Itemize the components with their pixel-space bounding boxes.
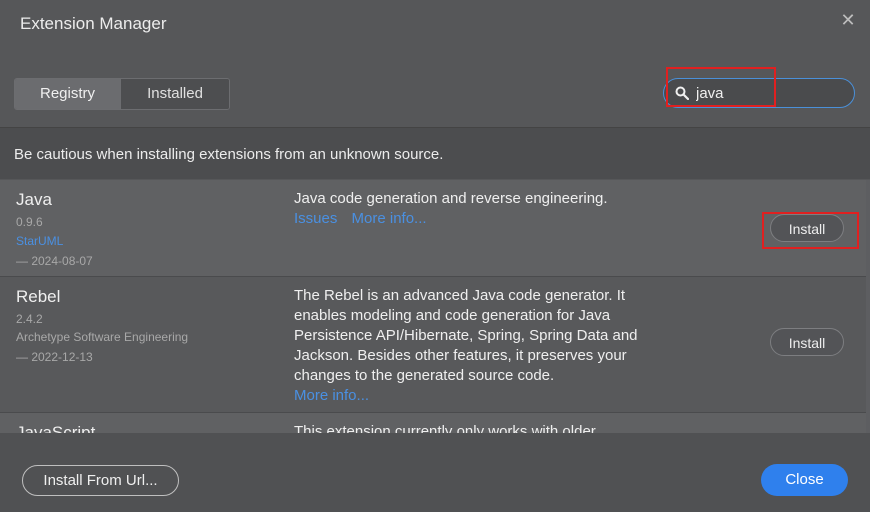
warning-banner: Be cautious when installing extensions f… <box>0 127 870 179</box>
list-item: JavaScript This extension currently only… <box>0 413 866 433</box>
extension-description: This extension currently only works with… <box>294 422 654 433</box>
extension-date: — 2022-12-13 <box>16 350 93 364</box>
extension-name: JavaScript <box>16 423 96 433</box>
install-button[interactable]: Install <box>770 328 844 356</box>
extension-list: Java 0.9.6 StarUML — 2024-08-07 Java cod… <box>0 180 866 433</box>
description-line: enables modeling and code generation for… <box>294 307 611 324</box>
extension-manager-dialog: Extension Manager ✕ Registry Installed B… <box>0 0 870 512</box>
description-text: This extension currently only works with… <box>294 423 596 433</box>
description-line: changes to the generated source code. <box>294 367 555 384</box>
warning-text: Be cautious when installing extensions f… <box>14 146 444 163</box>
link-group: Issues More info... <box>294 209 654 229</box>
more-info-link[interactable]: More info... <box>352 210 427 227</box>
tab-registry[interactable]: Registry <box>15 79 120 109</box>
extension-author-link[interactable]: StarUML <box>16 234 63 248</box>
extension-date: — 2024-08-07 <box>16 254 93 268</box>
extension-name: Java <box>16 190 52 209</box>
list-scrollbar[interactable] <box>866 180 870 433</box>
extension-name: Rebel <box>16 287 61 306</box>
extension-description: Java code generation and reverse enginee… <box>294 189 654 229</box>
issues-link[interactable]: Issues <box>294 210 337 227</box>
extension-version: 0.9.6 <box>16 215 43 229</box>
link-group: More info... <box>294 386 654 406</box>
search-input[interactable] <box>696 83 846 103</box>
description-line: The Rebel is an advanced Java code gener… <box>294 287 626 304</box>
description-line: Persistence API/Hibernate, Spring, Sprin… <box>294 327 638 344</box>
extension-author: Archetype Software Engineering <box>16 330 189 344</box>
install-from-url-button[interactable]: Install From Url... <box>22 465 179 496</box>
description-line: Jackson. Besides other features, it pres… <box>294 347 627 364</box>
list-item: Rebel 2.4.2 Archetype Software Engineeri… <box>0 277 866 413</box>
search-icon <box>675 86 689 100</box>
extension-version: 2.4.2 <box>16 312 43 326</box>
description-text: Java code generation and reverse enginee… <box>294 190 608 207</box>
dialog-title: Extension Manager <box>20 14 167 33</box>
list-item: Java 0.9.6 StarUML — 2024-08-07 Java cod… <box>0 180 866 277</box>
install-button[interactable]: Install <box>770 214 844 242</box>
close-button[interactable]: Close <box>761 464 848 496</box>
dialog-footer: Install From Url... Close <box>0 433 870 512</box>
search-box[interactable] <box>663 78 855 108</box>
tab-installed[interactable]: Installed <box>120 79 229 109</box>
close-x-icon[interactable]: ✕ <box>840 10 856 30</box>
tab-group: Registry Installed <box>14 78 230 110</box>
extension-description: The Rebel is an advanced Java code gener… <box>294 286 654 406</box>
more-info-link[interactable]: More info... <box>294 387 369 404</box>
